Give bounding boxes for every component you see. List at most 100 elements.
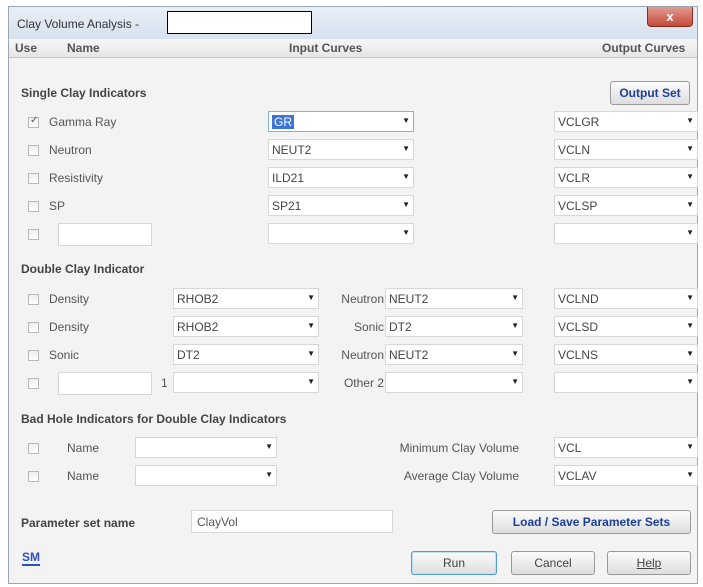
badhole-row-0-label: Minimum Clay Volume (399, 441, 519, 455)
single-row-1-checkbox[interactable] (28, 145, 39, 156)
double-row-0-label2: Neutron (341, 292, 384, 306)
single-row-0-input[interactable]: GR ▼ (268, 111, 414, 132)
output-set-button[interactable]: Output Set (610, 81, 690, 105)
col-output-curves: Output Curves (602, 41, 686, 55)
run-button[interactable]: Run (411, 551, 497, 575)
help-label: Help (636, 556, 662, 570)
badhole-row-1-output[interactable]: VCLAV ▼ (554, 465, 698, 486)
column-header: Use Name Input Curves Output Curves (9, 39, 697, 58)
chevron-down-icon: ▼ (265, 442, 273, 451)
close-button[interactable]: x (647, 7, 693, 27)
section-bad-hole: Bad Hole Indicators for Double Clay Indi… (21, 412, 287, 426)
title-name-field[interactable] (167, 11, 312, 34)
single-row-3-checkbox[interactable] (28, 201, 39, 212)
parameter-set-name-field[interactable]: ClayVol (191, 510, 393, 533)
cancel-button[interactable]: Cancel (511, 551, 595, 575)
sm-logo-icon[interactable]: SM (22, 551, 40, 566)
double-row-2-output[interactable]: VCLNS ▼ (554, 344, 698, 365)
chevron-down-icon: ▼ (307, 377, 315, 386)
chevron-down-icon: ▼ (686, 228, 694, 237)
double-row-1-input2[interactable]: DT2 ▼ (385, 316, 523, 337)
double-row-2-name: Sonic (49, 348, 80, 362)
single-row-1-input[interactable]: NEUT2 ▼ (268, 139, 414, 160)
double-row-3-output[interactable]: ▼ (554, 372, 698, 393)
double-row-2-input1[interactable]: DT2 ▼ (173, 344, 319, 365)
chevron-down-icon: ▼ (686, 321, 694, 330)
chevron-down-icon: ▼ (265, 470, 273, 479)
chevron-down-icon: ▼ (307, 293, 315, 302)
single-row-1-output[interactable]: VCLN ▼ (554, 139, 698, 160)
chevron-down-icon: ▼ (402, 116, 410, 125)
single-row-2-checkbox[interactable] (28, 173, 39, 184)
badhole-row-1-checkbox[interactable] (28, 471, 39, 482)
chevron-down-icon: ▼ (686, 293, 694, 302)
badhole-row-0-output[interactable]: VCL ▼ (554, 437, 698, 458)
chevron-down-icon: ▼ (402, 228, 410, 237)
single-row-2-input[interactable]: ILD21 ▼ (268, 167, 414, 188)
col-use: Use (15, 41, 38, 55)
double-row-0-input1[interactable]: RHOB2 ▼ (173, 288, 319, 309)
chevron-down-icon: ▼ (686, 377, 694, 386)
single-row-3-input[interactable]: SP21 ▼ (268, 195, 414, 216)
single-row-4-checkbox[interactable] (28, 229, 39, 240)
double-row-3-index: 1 (161, 376, 168, 390)
chevron-down-icon: ▼ (402, 144, 410, 153)
single-row-4-name-field[interactable] (58, 223, 152, 246)
badhole-row-1-name: Name (67, 469, 100, 483)
section-double-clay: Double Clay Indicator (21, 262, 145, 276)
double-row-3-label2: Other 2 (343, 376, 384, 390)
chevron-down-icon: ▼ (511, 321, 519, 330)
double-row-1-label2: Sonic (353, 320, 384, 334)
double-row-2-checkbox[interactable] (28, 350, 39, 361)
col-name: Name (67, 41, 100, 55)
title-bar: Clay Volume Analysis - x (9, 7, 697, 39)
single-row-0-name: Gamma Ray (49, 115, 117, 129)
chevron-down-icon: ▼ (686, 200, 694, 209)
section-single-clay: Single Clay Indicators (21, 86, 147, 100)
double-row-1-checkbox[interactable] (28, 322, 39, 333)
double-row-1-name: Density (49, 320, 90, 334)
chevron-down-icon: ▼ (402, 200, 410, 209)
chevron-down-icon: ▼ (307, 349, 315, 358)
chevron-down-icon: ▼ (307, 321, 315, 330)
chevron-down-icon: ▼ (686, 144, 694, 153)
help-button[interactable]: Help (607, 551, 691, 575)
chevron-down-icon: ▼ (686, 349, 694, 358)
badhole-row-1-select[interactable]: ▼ (135, 465, 277, 486)
double-row-3-checkbox[interactable] (28, 378, 39, 389)
chevron-down-icon: ▼ (686, 442, 694, 451)
window-title: Clay Volume Analysis - (17, 17, 140, 31)
single-row-0-checkbox[interactable] (28, 115, 39, 128)
single-row-1-name: Neutron (49, 143, 92, 157)
double-row-0-output[interactable]: VCLND ▼ (554, 288, 698, 309)
double-row-3-input1[interactable]: ▼ (173, 372, 319, 393)
single-row-4-output[interactable]: ▼ (554, 223, 698, 244)
chevron-down-icon: ▼ (686, 172, 694, 181)
single-row-3-name: SP (49, 199, 66, 213)
single-row-0-output[interactable]: VCLGR ▼ (554, 111, 698, 132)
single-row-2-name: Resistivity (49, 171, 104, 185)
double-row-3-input2[interactable]: ▼ (385, 372, 523, 393)
chevron-down-icon: ▼ (402, 172, 410, 181)
load-save-parameter-sets-button[interactable]: Load / Save Parameter Sets (492, 510, 691, 534)
double-row-0-checkbox[interactable] (28, 294, 39, 305)
double-row-0-input2[interactable]: NEUT2 ▼ (385, 288, 523, 309)
badhole-row-0-checkbox[interactable] (28, 443, 39, 454)
badhole-row-0-name: Name (67, 441, 100, 455)
chevron-down-icon: ▼ (511, 293, 519, 302)
single-row-4-input[interactable]: ▼ (268, 223, 414, 244)
single-row-3-output[interactable]: VCLSP ▼ (554, 195, 698, 216)
double-row-0-name: Density (49, 292, 90, 306)
double-row-2-input2[interactable]: NEUT2 ▼ (385, 344, 523, 365)
double-row-2-label2: Neutron (341, 348, 384, 362)
double-row-1-output[interactable]: VCLSD ▼ (554, 316, 698, 337)
double-row-3-name-field[interactable] (58, 372, 152, 395)
chevron-down-icon: ▼ (686, 116, 694, 125)
single-row-2-output[interactable]: VCLR ▼ (554, 167, 698, 188)
double-row-1-input1[interactable]: RHOB2 ▼ (173, 316, 319, 337)
chevron-down-icon: ▼ (511, 349, 519, 358)
badhole-row-0-select[interactable]: ▼ (135, 437, 277, 458)
col-input-curves: Input Curves (289, 41, 363, 55)
dialog-window: Clay Volume Analysis - x Use Name Input … (8, 6, 698, 584)
chevron-down-icon: ▼ (686, 470, 694, 479)
